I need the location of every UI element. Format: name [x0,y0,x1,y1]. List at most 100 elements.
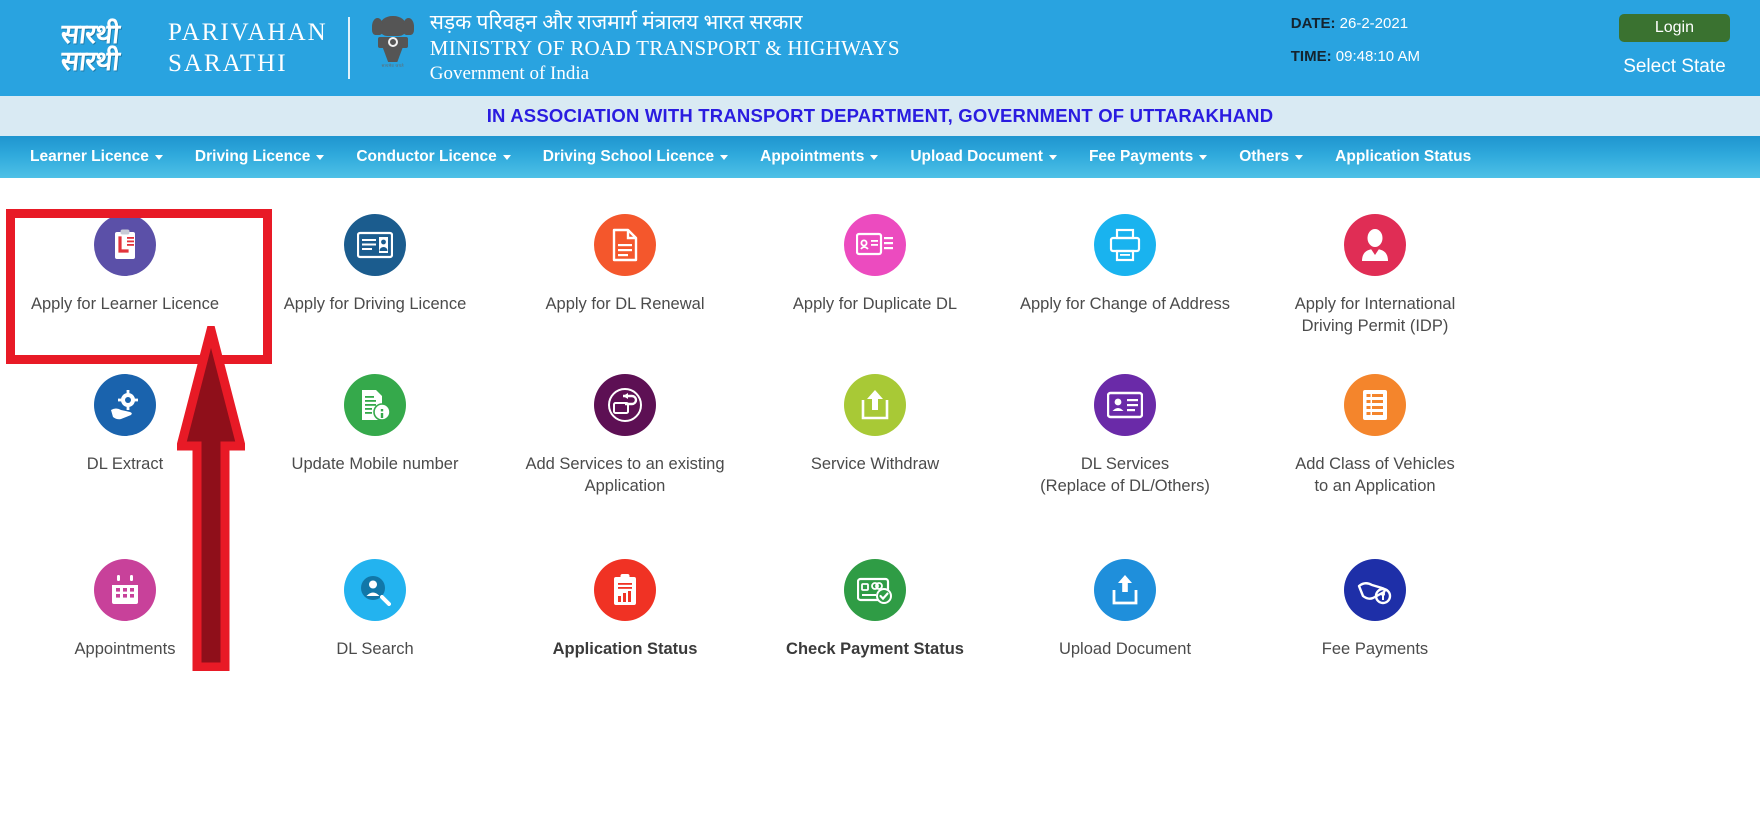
brand-block[interactable]: सारथी सारथी PARIVAHAN SARATHI सत्यमेव जय… [0,9,900,87]
tile-row-1: Apply for Learner Licence Apply for Drivi… [0,202,1760,362]
nav-item-others[interactable]: Others [1223,148,1319,166]
service-tile-label: Apply for International Driving Permit (… [1294,295,1456,336]
nav-item-label: Conductor Licence [356,148,497,165]
service-tile-label: Add Services to an existing Application [525,455,725,496]
brand-wordmark: PARIVAHAN SARATHI [168,17,328,80]
nav-item-label: Fee Payments [1088,148,1194,165]
time-label: TIME: [1290,48,1332,65]
service-tile-label: Fee Payments [1321,640,1429,658]
service-tile-dl-search[interactable]: DL Search [250,547,500,707]
service-tile-appointments[interactable]: Appointments [0,547,250,707]
nav-item-label: Others [1239,148,1290,165]
nav-item-label: Application Status [1335,148,1472,165]
id-card-icon [344,214,406,276]
brand-parivahan: PARIVAHAN [168,18,328,46]
service-tile-label: Update Mobile number [291,455,459,473]
clipboard-l-icon [94,214,156,276]
service-tile-label: Upload Document [1058,640,1192,658]
header-divider [347,16,350,79]
service-tile-label: Check Payment Status [786,640,964,658]
header-date-row: DATE: 26-2-2021 [1291,16,1420,31]
nav-item-appointments[interactable]: Appointments [744,148,894,166]
service-tile-apply-for-duplicate-dl[interactable]: Apply for Duplicate DL [750,202,1000,362]
upload-box-icon [1094,559,1156,621]
service-tile-label: Apply for DL Renewal [545,295,705,313]
nav-item-upload-document[interactable]: Upload Document [894,148,1073,166]
nav-item-driving-licence[interactable]: Driving Licence [179,148,340,166]
payment-card-check-icon [844,559,906,621]
nav-item-application-status[interactable]: Application Status [1319,148,1487,166]
service-tile-label: Application Status [552,640,698,658]
main-navigation: Learner Licence Driving Licence Conductor … [0,136,1760,178]
calendar-icon [94,559,156,621]
service-tile-check-payment-status[interactable]: Check Payment Status [750,547,1000,707]
nav-item-label: Driving Licence [194,148,311,165]
national-emblem-icon: सत्यमेव जयते [370,12,416,84]
service-tile-update-mobile-number[interactable]: Update Mobile number [250,362,500,547]
nav-item-conductor-licence[interactable]: Conductor Licence [340,148,526,166]
tile-row-2: DL Extract Update Mobile number Add Servic… [0,362,1760,547]
chevron-down-icon [870,154,879,160]
service-tile-label: Appointments [74,640,176,658]
chevron-down-icon [502,154,511,160]
chevron-down-icon [1048,154,1057,160]
emblem-motto-text: सत्यमेव जयते [381,63,404,69]
service-tile-add-services-to-an-existing-application[interactable]: Add Services to an existing Application [500,362,750,547]
ministry-block: सड़क परिवहन और राजमार्ग मंत्रालय भारत सर… [430,9,900,87]
service-tile-label: Apply for Change of Address [1019,295,1231,313]
person-search-icon [344,559,406,621]
association-text: IN ASSOCIATION WITH TRANSPORT DEPARTMENT… [486,105,1274,126]
nav-item-label: Learner Licence [30,148,149,165]
service-tile-dl-services[interactable]: DL Services (Replace of DL/Others) [1000,362,1250,547]
select-state-link[interactable]: Select State [1623,56,1725,78]
tile-row-3: Appointments DL Search Application Status C… [0,547,1760,707]
login-button[interactable]: Login [1618,14,1730,42]
service-tiles-grid: Apply for Learner Licence Apply for Drivi… [0,178,1760,707]
sarathi-logo: सारथी सारथी [26,17,154,79]
ministry-government: Government of India [429,63,590,85]
service-tile-apply-for-dl-renewal[interactable]: Apply for DL Renewal [500,202,750,362]
duplicate-card-icon [844,214,906,276]
service-tile-dl-extract[interactable]: DL Extract [0,362,250,547]
service-tile-apply-for-driving-licence[interactable]: Apply for Driving Licence [250,202,500,362]
service-tile-label: DL Extract [86,455,164,473]
date-value: 26-2-2021 [1339,15,1409,32]
service-tile-apply-for-learner-licence[interactable]: Apply for Learner Licence [0,202,250,362]
vehicle-class-list-icon [1344,374,1406,436]
nav-item-label: Driving School Licence [542,148,715,165]
service-tile-add-class-of-vehicles[interactable]: Add Class of Vehicles to an Application [1250,362,1500,547]
service-tile-upload-document[interactable]: Upload Document [1000,547,1250,707]
printer-address-icon [1094,214,1156,276]
service-tile-apply-for-international[interactable]: Apply for International Driving Permit (… [1250,202,1500,362]
site-header: सारथी सारथी PARIVAHAN SARATHI सत्यमेव जय… [0,0,1760,96]
header-time-row: TIME: 09:48:10 AM [1291,49,1420,64]
chevron-down-icon [1295,154,1304,160]
chevron-down-icon [316,154,325,160]
service-tile-label: Service Withdraw [810,455,940,473]
service-tile-fee-payments[interactable]: Fee Payments [1250,547,1500,707]
header-datetime: DATE: 26-2-2021 TIME: 09:48:10 AM [1291,16,1420,82]
association-bar: IN ASSOCIATION WITH TRANSPORT DEPARTMENT… [0,96,1760,136]
clipboard-chart-icon [594,559,656,621]
nav-item-driving-school-licence[interactable]: Driving School Licence [527,148,744,166]
service-tile-apply-for-change-of-address[interactable]: Apply for Change of Address [1000,202,1250,362]
header-actions: Login Select State [1618,14,1730,78]
withdraw-upload-icon [844,374,906,436]
person-badge-icon [1344,214,1406,276]
service-tile-label: Apply for Duplicate DL [792,295,958,313]
service-tile-label: Apply for Driving Licence [283,295,467,313]
service-tile-application-status[interactable]: Application Status [500,547,750,707]
nav-item-fee-payments[interactable]: Fee Payments [1073,148,1223,166]
hand-coin-icon [1344,559,1406,621]
service-tile-label: DL Services (Replace of DL/Others) [1040,455,1210,496]
service-tile-label: Apply for Learner Licence [30,295,220,313]
chevron-down-icon [154,154,163,160]
service-tile-label: DL Search [336,640,414,658]
nav-item-label: Appointments [760,148,865,165]
ministry-english: MINISTRY OF ROAD TRANSPORT & HIGHWAYS [429,36,900,61]
sarathi-logo-hindi-top: सारथी [59,18,121,49]
service-tile-service-withdraw[interactable]: Service Withdraw [750,362,1000,547]
chevron-down-icon [1199,154,1208,160]
ministry-hindi: सड़क परिवहन और राजमार्ग मंत्रालय भारत सर… [429,9,803,34]
nav-item-learner-licence[interactable]: Learner Licence [14,148,179,166]
